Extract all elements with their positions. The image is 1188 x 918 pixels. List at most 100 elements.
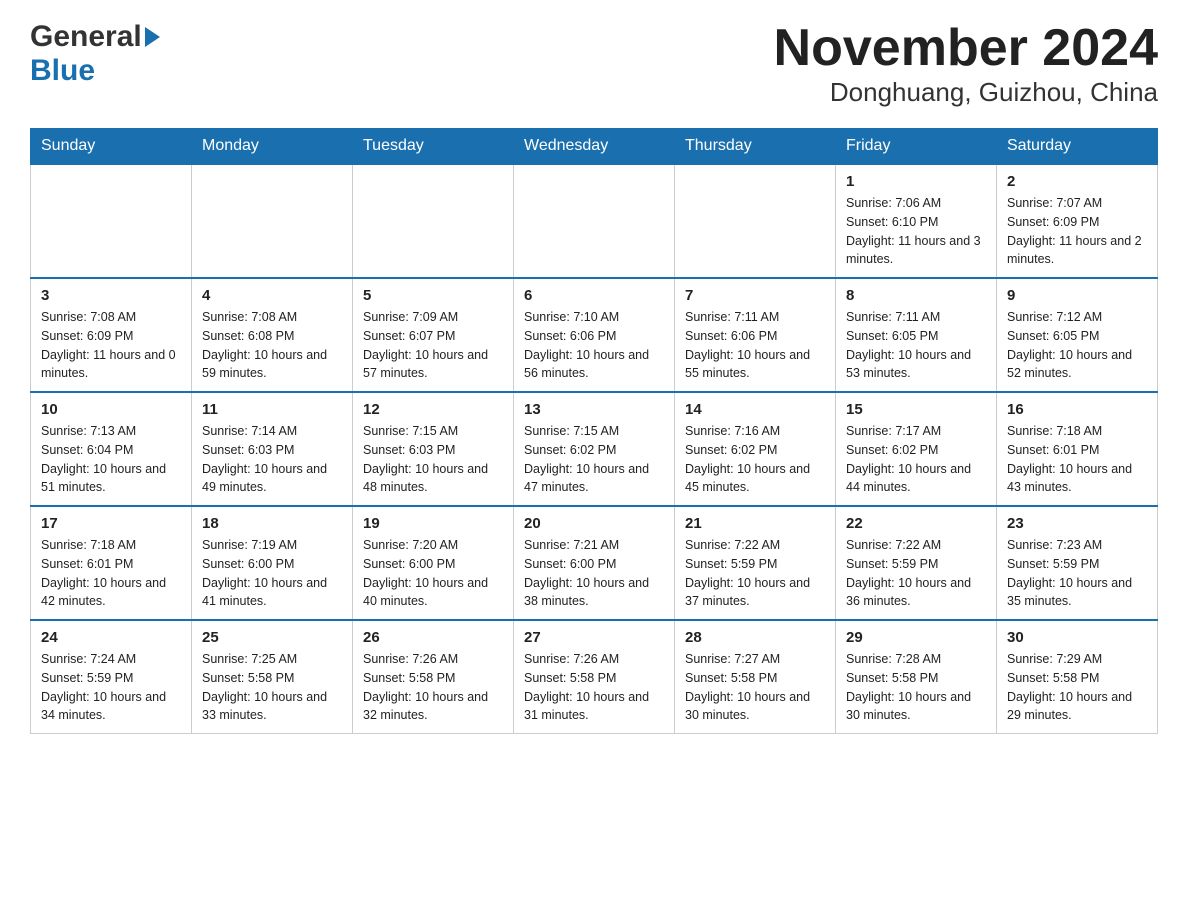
logo-general-text: General [30, 20, 142, 54]
table-row: 5 Sunrise: 7:09 AMSunset: 6:07 PMDaylight… [353, 278, 514, 392]
table-row: 18Sunrise: 7:19 AMSunset: 6:00 PMDayligh… [192, 506, 353, 620]
col-monday: Monday [192, 129, 353, 165]
table-row: 24 Sunrise: 7:24 AMSunset: 5:59 PMDayligh… [31, 620, 192, 734]
table-row: 14 Sunrise: 7:16 AMSunset: 6:02 PMDayligh… [675, 392, 836, 506]
page-subtitle: Donghuang, Guizhou, China [774, 77, 1158, 108]
table-row: 23 Sunrise: 7:23 AMSunset: 5:59 PMDayligh… [997, 506, 1158, 620]
col-saturday: Saturday [997, 129, 1158, 165]
day-number: 11 [202, 401, 342, 418]
day-info: Sunrise: 7:23 AMSunset: 5:59 PMDaylight:… [1007, 536, 1147, 611]
col-tuesday: Tuesday [353, 129, 514, 165]
page-header: General Blue November 2024 Donghuang, Gu… [30, 20, 1158, 108]
col-sunday: Sunday [31, 129, 192, 165]
logo: General Blue [30, 20, 160, 88]
day-info: Sunrise: 7:06 AMSunset: 6:10 PMDaylight:… [846, 194, 986, 269]
calendar-week-row: 3 Sunrise: 7:08 AMSunset: 6:09 PMDaylight… [31, 278, 1158, 392]
day-info: Sunrise: 7:24 AMSunset: 5:59 PMDaylight:… [41, 650, 181, 725]
day-number: 30 [1007, 629, 1147, 646]
day-number: 7 [685, 287, 825, 304]
table-row: 1 Sunrise: 7:06 AMSunset: 6:10 PMDaylight… [836, 164, 997, 278]
day-info: Sunrise: 7:26 AMSunset: 5:58 PMDaylight:… [524, 650, 664, 725]
table-row: 2Sunrise: 7:07 AMSunset: 6:09 PMDaylight… [997, 164, 1158, 278]
table-row [353, 164, 514, 278]
day-info: Sunrise: 7:26 AMSunset: 5:58 PMDaylight:… [363, 650, 503, 725]
table-row: 12 Sunrise: 7:15 AMSunset: 6:03 PMDayligh… [353, 392, 514, 506]
col-wednesday: Wednesday [514, 129, 675, 165]
day-number: 6 [524, 287, 664, 304]
logo-blue-text: Blue [30, 54, 95, 87]
calendar-week-row: 1 Sunrise: 7:06 AMSunset: 6:10 PMDaylight… [31, 164, 1158, 278]
table-row: 8Sunrise: 7:11 AMSunset: 6:05 PMDaylight… [836, 278, 997, 392]
day-number: 26 [363, 629, 503, 646]
day-info: Sunrise: 7:16 AMSunset: 6:02 PMDaylight:… [685, 422, 825, 497]
day-number: 8 [846, 287, 986, 304]
day-number: 28 [685, 629, 825, 646]
day-number: 12 [363, 401, 503, 418]
table-row: 4 Sunrise: 7:08 AMSunset: 6:08 PMDaylight… [192, 278, 353, 392]
day-info: Sunrise: 7:22 AMSunset: 5:59 PMDaylight:… [685, 536, 825, 611]
day-info: Sunrise: 7:13 AMSunset: 6:04 PMDaylight:… [41, 422, 181, 497]
table-row: 26 Sunrise: 7:26 AMSunset: 5:58 PMDayligh… [353, 620, 514, 734]
table-row: 6 Sunrise: 7:10 AMSunset: 6:06 PMDaylight… [514, 278, 675, 392]
table-row [192, 164, 353, 278]
table-row: 16 Sunrise: 7:18 AMSunset: 6:01 PMDayligh… [997, 392, 1158, 506]
day-number: 5 [363, 287, 503, 304]
day-number: 23 [1007, 515, 1147, 532]
table-row: 19 Sunrise: 7:20 AMSunset: 6:00 PMDayligh… [353, 506, 514, 620]
day-info: Sunrise: 7:09 AMSunset: 6:07 PMDaylight:… [363, 308, 503, 383]
day-number: 17 [41, 515, 181, 532]
table-row: 7 Sunrise: 7:11 AMSunset: 6:06 PMDaylight… [675, 278, 836, 392]
day-number: 19 [363, 515, 503, 532]
table-row: 27 Sunrise: 7:26 AMSunset: 5:58 PMDayligh… [514, 620, 675, 734]
col-thursday: Thursday [675, 129, 836, 165]
day-info: Sunrise: 7:25 AMSunset: 5:58 PMDaylight:… [202, 650, 342, 725]
day-number: 24 [41, 629, 181, 646]
table-row: 10 Sunrise: 7:13 AMSunset: 6:04 PMDayligh… [31, 392, 192, 506]
day-info: Sunrise: 7:21 AMSunset: 6:00 PMDaylight:… [524, 536, 664, 611]
day-number: 14 [685, 401, 825, 418]
day-number: 1 [846, 173, 986, 190]
day-number: 10 [41, 401, 181, 418]
page-title: November 2024 [774, 20, 1158, 77]
table-row: 25Sunrise: 7:25 AMSunset: 5:58 PMDayligh… [192, 620, 353, 734]
day-number: 3 [41, 287, 181, 304]
day-number: 27 [524, 629, 664, 646]
table-row: 9Sunrise: 7:12 AMSunset: 6:05 PMDaylight… [997, 278, 1158, 392]
day-info: Sunrise: 7:08 AMSunset: 6:09 PMDaylight:… [41, 308, 181, 383]
day-info: Sunrise: 7:10 AMSunset: 6:06 PMDaylight:… [524, 308, 664, 383]
table-row: 28Sunrise: 7:27 AMSunset: 5:58 PMDayligh… [675, 620, 836, 734]
table-row: 29 Sunrise: 7:28 AMSunset: 5:58 PMDayligh… [836, 620, 997, 734]
day-number: 29 [846, 629, 986, 646]
table-row: 3 Sunrise: 7:08 AMSunset: 6:09 PMDaylight… [31, 278, 192, 392]
day-number: 9 [1007, 287, 1147, 304]
day-info: Sunrise: 7:18 AMSunset: 6:01 PMDaylight:… [1007, 422, 1147, 497]
day-info: Sunrise: 7:11 AMSunset: 6:06 PMDaylight:… [685, 308, 825, 383]
day-info: Sunrise: 7:08 AMSunset: 6:08 PMDaylight:… [202, 308, 342, 383]
day-info: Sunrise: 7:29 AMSunset: 5:58 PMDaylight:… [1007, 650, 1147, 725]
table-row: 30 Sunrise: 7:29 AMSunset: 5:58 PMDayligh… [997, 620, 1158, 734]
day-number: 4 [202, 287, 342, 304]
day-number: 20 [524, 515, 664, 532]
day-number: 13 [524, 401, 664, 418]
day-info: Sunrise: 7:19 AMSunset: 6:00 PMDaylight:… [202, 536, 342, 611]
table-row [514, 164, 675, 278]
calendar-table: Sunday Monday Tuesday Wednesday Thursday… [30, 128, 1158, 734]
table-row: 17Sunrise: 7:18 AMSunset: 6:01 PMDayligh… [31, 506, 192, 620]
calendar-week-row: 10 Sunrise: 7:13 AMSunset: 6:04 PMDayligh… [31, 392, 1158, 506]
table-row: 15Sunrise: 7:17 AMSunset: 6:02 PMDayligh… [836, 392, 997, 506]
day-number: 21 [685, 515, 825, 532]
table-row: 21 Sunrise: 7:22 AMSunset: 5:59 PMDayligh… [675, 506, 836, 620]
day-number: 2 [1007, 173, 1147, 190]
table-row [675, 164, 836, 278]
day-info: Sunrise: 7:22 AMSunset: 5:59 PMDaylight:… [846, 536, 986, 611]
col-friday: Friday [836, 129, 997, 165]
calendar-header-row: Sunday Monday Tuesday Wednesday Thursday… [31, 129, 1158, 165]
day-info: Sunrise: 7:28 AMSunset: 5:58 PMDaylight:… [846, 650, 986, 725]
day-info: Sunrise: 7:15 AMSunset: 6:02 PMDaylight:… [524, 422, 664, 497]
title-block: November 2024 Donghuang, Guizhou, China [774, 20, 1158, 108]
day-info: Sunrise: 7:15 AMSunset: 6:03 PMDaylight:… [363, 422, 503, 497]
table-row [31, 164, 192, 278]
table-row: 11Sunrise: 7:14 AMSunset: 6:03 PMDayligh… [192, 392, 353, 506]
day-info: Sunrise: 7:20 AMSunset: 6:00 PMDaylight:… [363, 536, 503, 611]
day-number: 16 [1007, 401, 1147, 418]
